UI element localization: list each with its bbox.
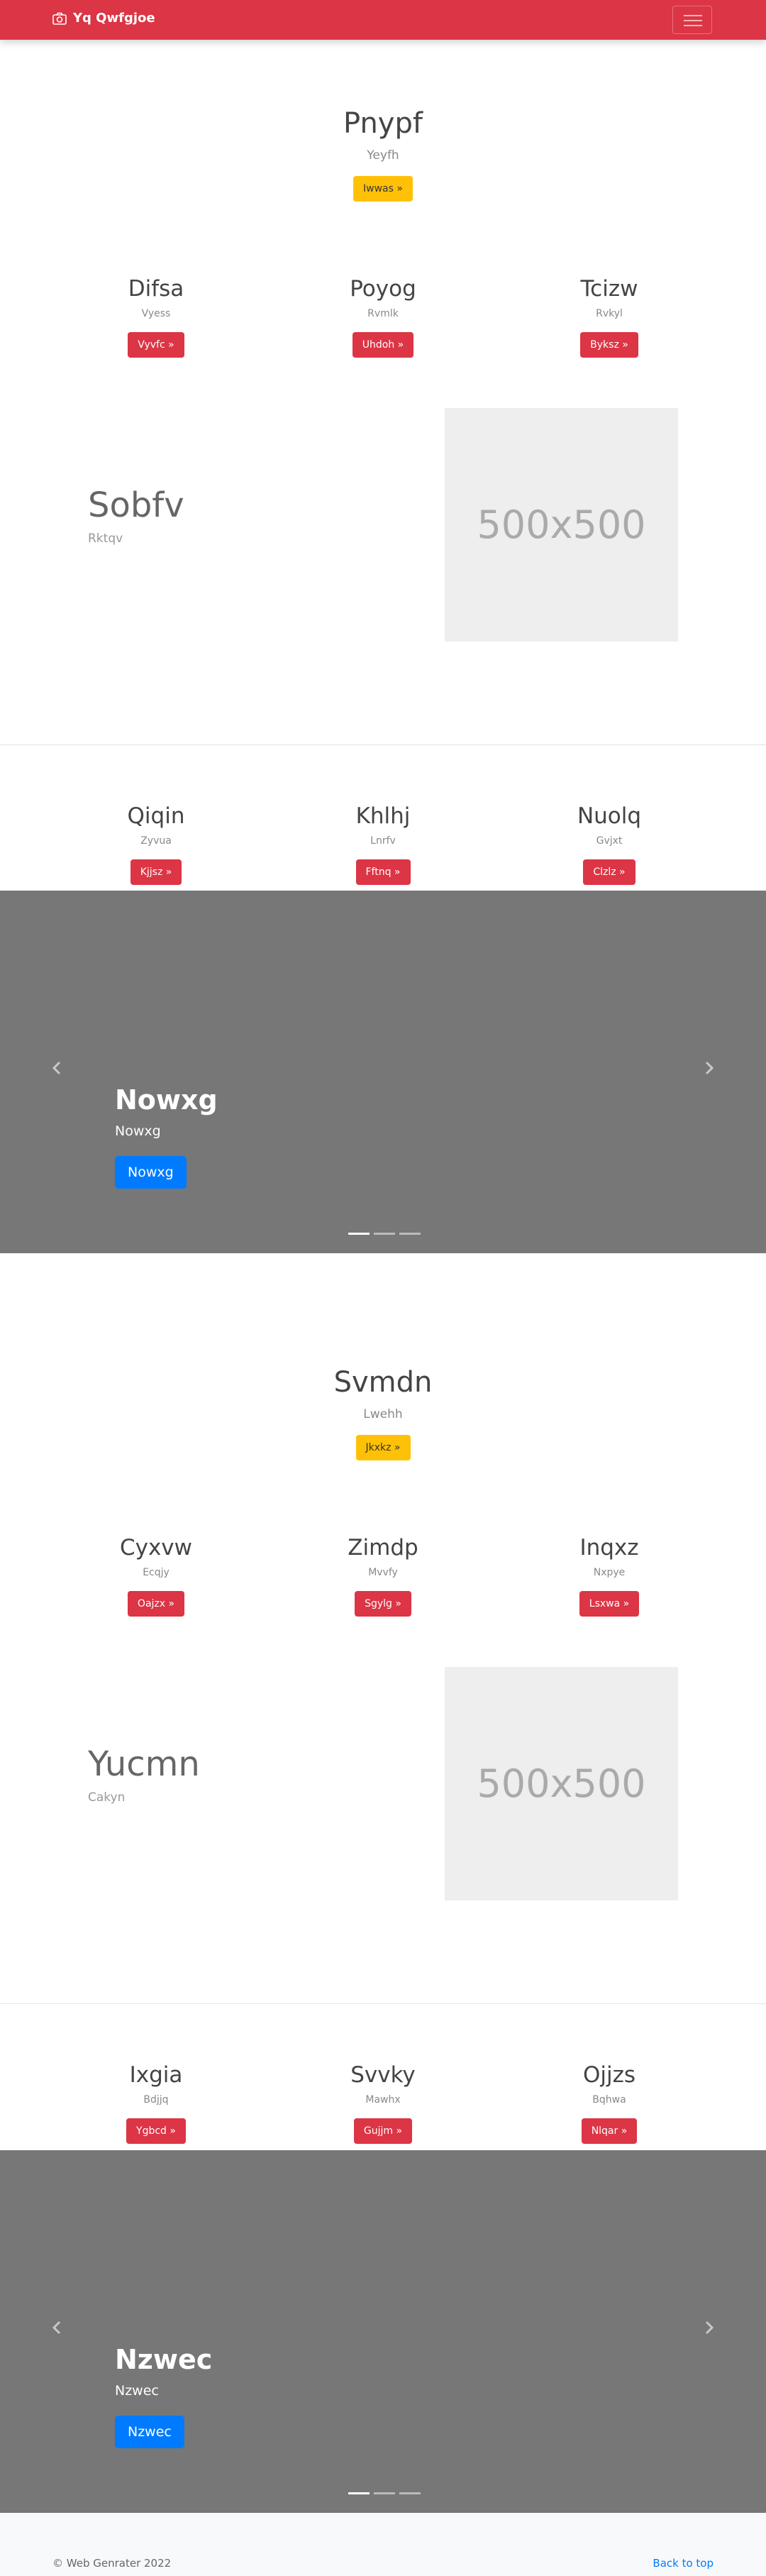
hamburger-menu-icon	[684, 25, 702, 26]
column-text: Bqhwa	[592, 2094, 626, 2106]
column-button[interactable]: Oajzx »	[127, 1591, 185, 1617]
column-title: Svvky	[350, 2062, 416, 2088]
column-button[interactable]: Gujjm »	[353, 2118, 413, 2144]
column-button[interactable]: Kjjsz »	[130, 859, 182, 885]
carousel-caption-subtitle: Nowxg	[115, 1123, 161, 1139]
column-text: Zyvua	[140, 835, 172, 847]
navbar-brand[interactable]: Yq Qwfgjoe	[52, 11, 155, 26]
column-title: Poyog	[350, 276, 416, 302]
column-text: Ecqjy	[143, 1567, 170, 1578]
hero-subtitle: Lwehh	[363, 1407, 403, 1421]
placeholder-image: 500x500	[445, 1667, 678, 1900]
chevron-right-icon	[705, 1061, 714, 1075]
hero-title: Pnypf	[343, 107, 423, 140]
column-button[interactable]: Lsxwa »	[579, 1591, 640, 1617]
feature-title: Sobfv	[88, 485, 184, 525]
column-title: Tcizw	[580, 276, 638, 302]
carousel-caption-title: Nowxg	[115, 1084, 218, 1116]
column-text: Gvjxt	[596, 835, 623, 847]
chevron-right-icon	[705, 2321, 714, 2335]
column-title: Khlhj	[355, 803, 411, 829]
column-button[interactable]: Ygbcd »	[126, 2118, 186, 2144]
footer-copyright: © Web Genrater 2022	[52, 2557, 172, 2570]
feature-subtitle: Cakyn	[88, 1790, 126, 1805]
column-card: Ixgia Bdjjq Ygbcd »	[64, 2062, 248, 2144]
column-text: Lnrfv	[370, 835, 396, 847]
column-button[interactable]: Clzlz »	[583, 859, 635, 885]
carousel-indicator[interactable]	[399, 1233, 421, 1235]
column-text: Rvkyl	[596, 308, 623, 319]
column-title: Difsa	[128, 276, 184, 302]
carousel-caption-subtitle: Nzwec	[115, 2383, 159, 2399]
column-button[interactable]: Vyvfc »	[128, 332, 184, 358]
column-title: Ixgia	[129, 2062, 183, 2088]
column-text: Vyess	[141, 308, 171, 319]
column-card: Tcizw Rvkyl Byksz »	[517, 275, 701, 358]
brand-name: Yq Qwfgjoe	[73, 11, 155, 26]
feature-title: Yucmn	[88, 1744, 200, 1784]
column-card: Nuolq Gvjxt Clzlz »	[517, 803, 701, 885]
column-title: Cyxvw	[119, 1535, 193, 1561]
carousel: Nowxg Nowxg Nowxg	[0, 891, 766, 1253]
column-button[interactable]: Nlqar »	[581, 2118, 638, 2144]
column-button[interactable]: Byksz »	[580, 332, 638, 358]
carousel-indicators	[346, 2492, 423, 2494]
column-card: Zimdp Mvvfy Sgylg »	[291, 1534, 475, 1617]
column-text: Nxpye	[593, 1567, 626, 1578]
footer: © Web Genrater 2022 Back to top	[0, 2513, 766, 2576]
column-card: Inqxz Nxpye Lsxwa »	[517, 1534, 701, 1617]
carousel-indicators	[346, 1233, 423, 1235]
column-text: Rvmlk	[367, 308, 399, 319]
hero-section: Pnypf Yeyfh Iwwas »	[0, 106, 766, 202]
camera-icon	[52, 12, 67, 25]
hero-subtitle: Yeyfh	[367, 148, 399, 163]
column-card: Qiqin Zyvua Kjjsz »	[64, 803, 248, 885]
chevron-left-icon	[52, 1061, 61, 1075]
carousel-indicator[interactable]	[348, 1233, 370, 1235]
column-title: Nuolq	[577, 803, 642, 829]
column-text: Mawhx	[365, 2094, 401, 2106]
carousel-indicator[interactable]	[348, 2492, 370, 2494]
section-divider	[0, 744, 766, 745]
carousel-caption-title: Nzwec	[115, 2344, 213, 2375]
carousel-next-button[interactable]	[695, 2313, 723, 2342]
hero-section: Svmdn Lwehh Jkxkz »	[0, 1365, 766, 1460]
column-button[interactable]: Uhdoh »	[352, 332, 414, 358]
navbar: Yq Qwfgjoe	[0, 0, 766, 40]
carousel: Nzwec Nzwec Nzwec	[0, 2150, 766, 2513]
column-card: Difsa Vyess Vyvfc »	[64, 275, 248, 358]
column-title: Zimdp	[348, 1535, 418, 1561]
hero-button[interactable]: Iwwas »	[353, 176, 413, 202]
placeholder-image: 500x500	[445, 408, 678, 642]
column-title: Qiqin	[127, 803, 185, 829]
hamburger-menu-icon	[684, 20, 702, 21]
chevron-left-icon	[52, 2321, 61, 2335]
carousel-prev-button[interactable]	[43, 2313, 71, 2342]
carousel-button[interactable]: Nowxg	[115, 1156, 187, 1189]
carousel-next-button[interactable]	[695, 1054, 723, 1082]
column-button[interactable]: Sgylg »	[355, 1591, 411, 1617]
column-card: Ojjzs Bqhwa Nlqar »	[517, 2062, 701, 2144]
feature-subtitle: Rktqv	[88, 532, 123, 546]
carousel-indicator[interactable]	[374, 1233, 395, 1235]
column-card: Poyog Rvmlk Uhdoh »	[291, 275, 475, 358]
column-title: Ojjzs	[582, 2062, 636, 2088]
hero-button[interactable]: Jkxkz »	[355, 1435, 411, 1460]
carousel-indicator[interactable]	[399, 2492, 421, 2494]
carousel-prev-button[interactable]	[43, 1054, 71, 1082]
column-text: Mvvfy	[368, 1567, 398, 1578]
column-title: Inqxz	[579, 1535, 639, 1561]
section-divider	[0, 2003, 766, 2004]
column-card: Svvky Mawhx Gujjm »	[291, 2062, 475, 2144]
column-card: Cyxvw Ecqjy Oajzx »	[64, 1534, 248, 1617]
hero-title: Svmdn	[333, 1366, 433, 1399]
back-to-top-link[interactable]: Back to top	[653, 2557, 714, 2570]
carousel-indicator[interactable]	[374, 2492, 395, 2494]
column-text: Bdjjq	[143, 2094, 169, 2106]
column-button[interactable]: Fftnq »	[355, 859, 411, 885]
carousel-button[interactable]: Nzwec	[115, 2416, 184, 2448]
column-card: Khlhj Lnrfv Fftnq »	[291, 803, 475, 885]
hamburger-menu-icon	[684, 15, 702, 16]
navbar-toggler[interactable]	[672, 6, 712, 34]
